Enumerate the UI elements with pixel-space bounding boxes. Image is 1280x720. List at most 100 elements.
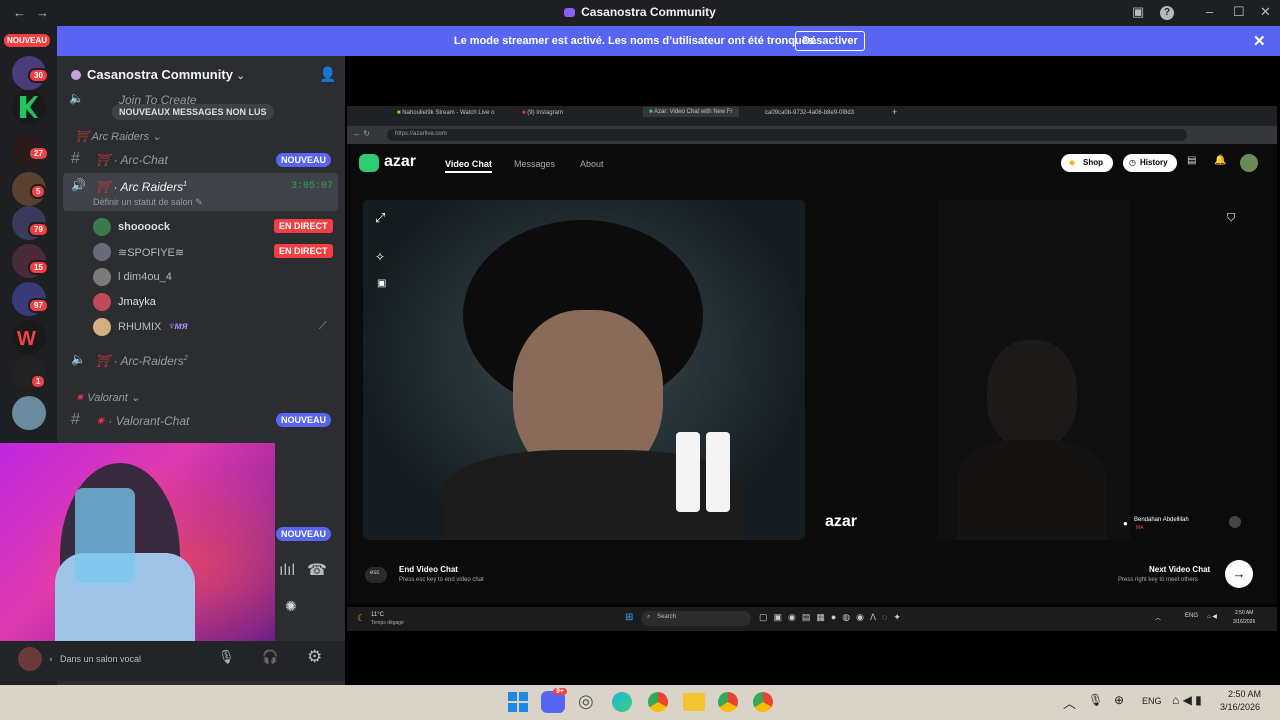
voice-user-name[interactable]: shoooock [118,221,170,233]
disconnect-icon[interactable]: ☎ [307,560,327,580]
avatar[interactable] [93,218,111,236]
network-volume-icons[interactable]: ⌂ ◀ ▮ [1172,693,1202,707]
next-chat-arrow-button[interactable]: → [1225,560,1253,588]
maximize-icon[interactable]: ☐ [1233,4,1245,20]
chrome-icon[interactable] [648,692,668,712]
torii-icon: ⛩ [95,354,111,368]
more-options-icon[interactable] [1229,516,1241,528]
search-icon: ⌕ [647,614,651,620]
voice-user-name[interactable]: Jmayka [118,296,156,308]
inbox-icon[interactable]: ▤ [1187,155,1196,166]
channel-label: Arc-Chat [120,153,168,167]
close-window-icon[interactable]: ✕ [1260,4,1271,20]
vpn-tray-icon[interactable]: ⊕ [1114,693,1124,707]
next-chat-title[interactable]: Next Video Chat [1149,565,1210,574]
channel-arc-raiders-2[interactable]: ⛩ · Arc-Raiders2 [95,354,188,368]
unread-messages-pill[interactable]: NOUVEAUX MESSAGES NON LUS [112,104,274,120]
history-button[interactable]: ◷ History [1123,154,1177,172]
server-icon-10[interactable] [12,396,46,430]
avatar[interactable] [93,268,111,286]
inner-clock-time: 2:50 AM [1235,610,1254,616]
torii-icon: ⛩ [95,153,111,167]
channel-valorant-chat[interactable]: ✷ · Valorant-Chat [95,414,189,428]
category-valorant[interactable]: ✷ Valorant ⌄ [75,391,140,404]
inner-taskbar-apps[interactable]: ▢▣◉▤▦●◍◉Λ◌✦ [759,612,907,623]
inner-search-box[interactable]: ⌕ Search [641,611,751,626]
user-avatar[interactable] [18,647,42,671]
avatar[interactable] [93,243,111,261]
browser-tab[interactable]: ca09ca0b-9732-4a06-b8e9-0f8d3 [765,110,854,116]
shop-button[interactable]: ◆ Shop [1061,154,1113,172]
window-title: Casanostra Community [0,5,1280,19]
tab-title: Azar: Video Chat with New Fr [653,109,733,115]
browser-back-icon[interactable]: ← ↻ [353,129,370,138]
channel-sup: 1 [183,181,188,188]
channel-arc-raiders-voice[interactable]: ⛩ · Arc Raiders1 [95,180,187,194]
settings-gear-icon[interactable]: ⚙ [307,647,322,667]
voice-user-name[interactable]: RHUMIX [118,321,161,333]
file-explorer-icon[interactable] [683,693,705,711]
soundboard-icon[interactable]: ılıl [279,562,295,580]
browser-tab[interactable]: ■ (9) Instagram [522,110,563,116]
azar-logo-text[interactable]: azar [384,153,416,171]
valorant-icon: ✷ [95,414,106,428]
banner-close-icon[interactable]: ✕ [1253,32,1266,50]
user-tag-icon: ♆ᴍᴙ [167,321,188,332]
nav-video-chat[interactable]: Video Chat [445,159,492,173]
server-icon-8[interactable]: W [12,320,46,354]
help-icon[interactable]: ? [1160,6,1174,20]
browser-tab[interactable]: ■ Nahouliel9k Stream - Watch Live o [397,110,494,116]
address-field[interactable]: https://azarlive.com [387,129,1187,141]
profile-avatar[interactable] [1240,154,1258,172]
tray-up-icon[interactable]: ︿ [1155,613,1161,622]
voice-user-name[interactable]: l dim4ou_4 [118,271,172,283]
microphone-icon[interactable]: 🎙 [218,649,235,665]
clock-time[interactable]: 2:50 AM [1228,689,1261,699]
channel-arc-chat[interactable]: ⛩ · Arc-Chat [95,153,168,167]
chrome-profile-icon[interactable] [718,692,738,712]
esc-key-label: esc [370,570,380,576]
category-arc-raiders[interactable]: ⛩ Arc Raiders ⌄ [75,130,161,143]
server-header[interactable]: Casanostra Community ⌄ [71,67,245,82]
new-tab-icon[interactable]: + [892,107,897,117]
discord-badge: 9+ [553,688,567,695]
server-icon-2[interactable] [12,90,46,124]
obs-icon[interactable]: ◎ [578,691,594,712]
report-shield-icon[interactable]: ⛉ [1227,212,1235,225]
chevron-down-icon: ⌄ [236,71,245,82]
windows-start-icon[interactable]: ⊞ [625,612,633,623]
avatar[interactable] [93,318,111,336]
activity-icon[interactable]: ✺ [285,598,297,615]
rail-new-pill[interactable]: NOUVEAU [4,34,51,47]
channel-status[interactable]: Définir un statut de salon ✎ [93,197,203,208]
inbox-icon[interactable]: ▣ [1132,4,1144,20]
local-video: ⤢ ✧ ▣ [363,200,805,540]
language-indicator[interactable]: ENG [1142,696,1162,706]
user-icon: ● [1123,519,1128,528]
nav-messages[interactable]: Messages [514,159,555,169]
tray-chevron-icon[interactable]: ︿ [1063,693,1076,712]
browser-tab-active[interactable]: ■ Azar: Video Chat with New Fr [643,107,739,117]
nav-about[interactable]: About [580,159,604,169]
end-chat-title[interactable]: End Video Chat [399,565,458,574]
disable-streamer-button[interactable]: Désactiver [795,31,865,51]
new-badge: NOUVEAU [276,527,332,541]
start-button[interactable] [508,692,528,712]
add-member-icon[interactable]: 👤 [319,66,336,83]
clock-date[interactable]: 3/16/2026 [1220,702,1260,712]
voice-user-name[interactable]: ≋SPOFIYE≋ [118,246,184,259]
expand-icon[interactable]: ⤢ [375,210,385,226]
headphones-icon[interactable]: 🎧 [262,649,278,665]
filter-icon[interactable]: ▣ [377,278,386,289]
inner-tray-icons[interactable]: ⌂ ◀ [1207,613,1217,620]
edge-icon[interactable] [612,692,632,712]
channel-label: Valorant-Chat [115,414,190,428]
chrome-window-icon[interactable] [753,692,773,712]
live-badge: EN DIRECT [274,219,333,233]
mic-tray-icon[interactable]: 🎙 [1088,693,1103,707]
minimize-icon[interactable]: – [1206,4,1213,19]
magic-wand-icon[interactable]: ✧ [375,250,385,264]
inner-lang[interactable]: ENG [1185,613,1198,619]
avatar[interactable] [93,293,111,311]
bell-icon[interactable]: 🔔 [1214,155,1226,166]
